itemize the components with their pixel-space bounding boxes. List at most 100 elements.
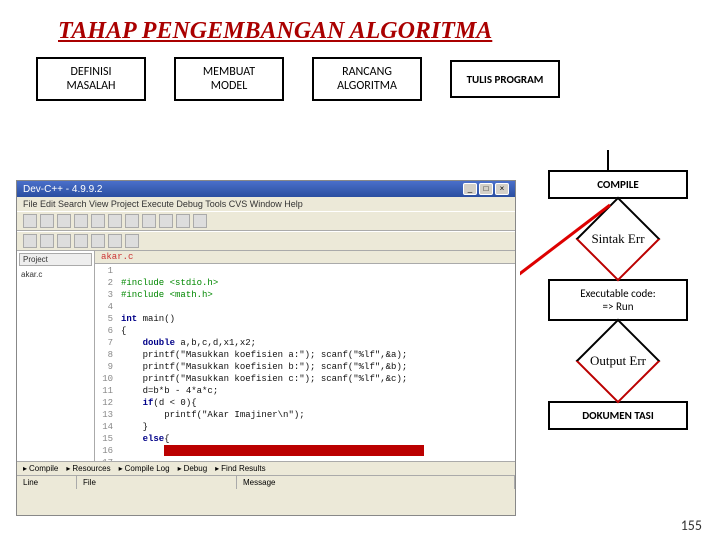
tab-debug[interactable]: ▸ Debug <box>178 464 208 473</box>
window-buttons: _ □ × <box>463 183 509 195</box>
box-rancang-l1: RANCANG <box>318 65 416 79</box>
ide-body: Project akar.c akar.c 1 2 3 4 5 6 7 8 9 … <box>17 251 515 461</box>
code-editor[interactable]: akar.c 1 2 3 4 5 6 7 8 9 10 11 12 13 14 … <box>95 251 515 461</box>
ln: 1 <box>95 265 113 277</box>
new-file-icon[interactable] <box>23 214 37 228</box>
ln: 4 <box>95 301 113 313</box>
tab-compile-log[interactable]: ▸ Compile Log <box>119 464 170 473</box>
sintak-err-label: Sintak Err <box>570 217 666 261</box>
ln: 11 <box>95 385 113 397</box>
project-tab[interactable]: Project <box>19 253 92 266</box>
ide-menubar[interactable]: File Edit Search View Project Execute De… <box>17 197 515 211</box>
tool-icon[interactable] <box>91 234 105 248</box>
undo-icon[interactable] <box>108 214 122 228</box>
run-icon[interactable] <box>159 214 173 228</box>
ln: 13 <box>95 409 113 421</box>
ln: 15 <box>95 433 113 445</box>
tool-icon[interactable] <box>57 234 71 248</box>
ln: 8 <box>95 349 113 361</box>
box-membuat-l2: MODEL <box>180 79 278 93</box>
kw: else <box>143 434 165 444</box>
ln: 14 <box>95 421 113 433</box>
brace: { <box>121 326 126 336</box>
stmt: printf("Masukkan koefisien c:"); scanf("… <box>143 374 408 384</box>
diamond-output-err: Output Err <box>570 339 666 383</box>
ln: 6 <box>95 325 113 337</box>
tab-find[interactable]: ▸ Find Results <box>215 464 265 473</box>
open-file-icon[interactable] <box>40 214 54 228</box>
ide-titlebar: Dev-C++ - 4.9.9.2 _ □ × <box>17 181 515 197</box>
right-flow-column: COMPILE Sintak Err Executable code: => R… <box>544 170 692 430</box>
bottom-columns: Line File Message <box>17 476 515 489</box>
minimize-icon[interactable]: _ <box>463 183 477 195</box>
box-definisi-l1: DEFINISI <box>42 65 140 79</box>
ln: 9 <box>95 361 113 373</box>
diamond-sintak-err: Sintak Err <box>570 217 666 261</box>
inc: <math.h> <box>170 290 213 300</box>
kw: int <box>121 314 137 324</box>
save-icon[interactable] <box>57 214 71 228</box>
lbl: Resources <box>72 464 110 473</box>
compile-run-icon[interactable] <box>176 214 190 228</box>
stmt: printf("Akar Imajiner\n"); <box>164 410 304 420</box>
bottom-tabs: ▸ Compile ▸ Resources ▸ Compile Log ▸ De… <box>17 462 515 476</box>
maximize-icon[interactable]: □ <box>479 183 493 195</box>
box-rancang-l2: ALGORITMA <box>318 79 416 93</box>
output-err-label: Output Err <box>570 339 666 383</box>
ide-title-text: Dev-C++ - 4.9.9.2 <box>23 184 102 195</box>
tool-icon[interactable] <box>74 234 88 248</box>
col-message: Message <box>237 476 515 489</box>
page-number: 155 <box>681 517 702 534</box>
decl: a,b,c,d,x1,x2; <box>175 338 256 348</box>
lbl: Find Results <box>221 464 265 473</box>
cond: (d < 0){ <box>153 398 196 408</box>
tool-icon[interactable] <box>125 234 139 248</box>
compile-icon[interactable] <box>142 214 156 228</box>
ide-sidebar: Project akar.c <box>17 251 95 461</box>
print-icon[interactable] <box>91 214 105 228</box>
stmt: printf("Masukkan koefisien a:"); scanf("… <box>143 350 408 360</box>
box-dokumentasi: DOKUMEN TASI <box>548 401 688 430</box>
lbl: Debug <box>184 464 208 473</box>
code-content: #include <stdio.h> #include <math.h> int… <box>121 265 424 461</box>
line-gutter: 1 2 3 4 5 6 7 8 9 10 11 12 13 14 15 16 1… <box>95 265 117 461</box>
tab-compile[interactable]: ▸ Compile <box>23 464 58 473</box>
stmt: printf("Masukkan koefisien b:"); scanf("… <box>143 362 408 372</box>
ln: 2 <box>95 277 113 289</box>
editor-tab[interactable]: akar.c <box>95 251 515 264</box>
box-compile: COMPILE <box>548 170 688 199</box>
project-item[interactable]: akar.c <box>19 268 92 281</box>
highlighted-line <box>164 445 424 456</box>
pp: #include <box>121 278 164 288</box>
inc: <stdio.h> <box>170 278 219 288</box>
tool-icon[interactable] <box>108 234 122 248</box>
ln: 7 <box>95 337 113 349</box>
debug-icon[interactable] <box>193 214 207 228</box>
ide-toolbar <box>17 211 515 231</box>
close-icon[interactable]: × <box>495 183 509 195</box>
ln: 12 <box>95 397 113 409</box>
pp: #include <box>121 290 164 300</box>
ln: 3 <box>95 289 113 301</box>
fn: main() <box>137 314 175 324</box>
box-executable: Executable code: => Run <box>548 279 688 321</box>
box-definisi-l2: MASALAH <box>42 79 140 93</box>
tab-resources[interactable]: ▸ Resources <box>66 464 110 473</box>
redo-icon[interactable] <box>125 214 139 228</box>
tool-icon[interactable] <box>23 234 37 248</box>
lbl: Compile Log <box>125 464 170 473</box>
exec-l1: Executable code: <box>554 287 682 300</box>
box-tulis: TULIS PROGRAM <box>450 60 560 98</box>
box-membuat: MEMBUAT MODEL <box>174 57 284 101</box>
tool-icon[interactable] <box>40 234 54 248</box>
ln: 10 <box>95 373 113 385</box>
kw: double <box>143 338 175 348</box>
box-membuat-l1: MEMBUAT <box>180 65 278 79</box>
col-file: File <box>77 476 237 489</box>
save-all-icon[interactable] <box>74 214 88 228</box>
brace: { <box>164 434 169 444</box>
exec-l2: => Run <box>554 300 682 313</box>
top-boxes-row: DEFINISI MASALAH MEMBUAT MODEL RANCANG A… <box>0 57 720 109</box>
ln: 16 <box>95 445 113 457</box>
kw: if <box>143 398 154 408</box>
